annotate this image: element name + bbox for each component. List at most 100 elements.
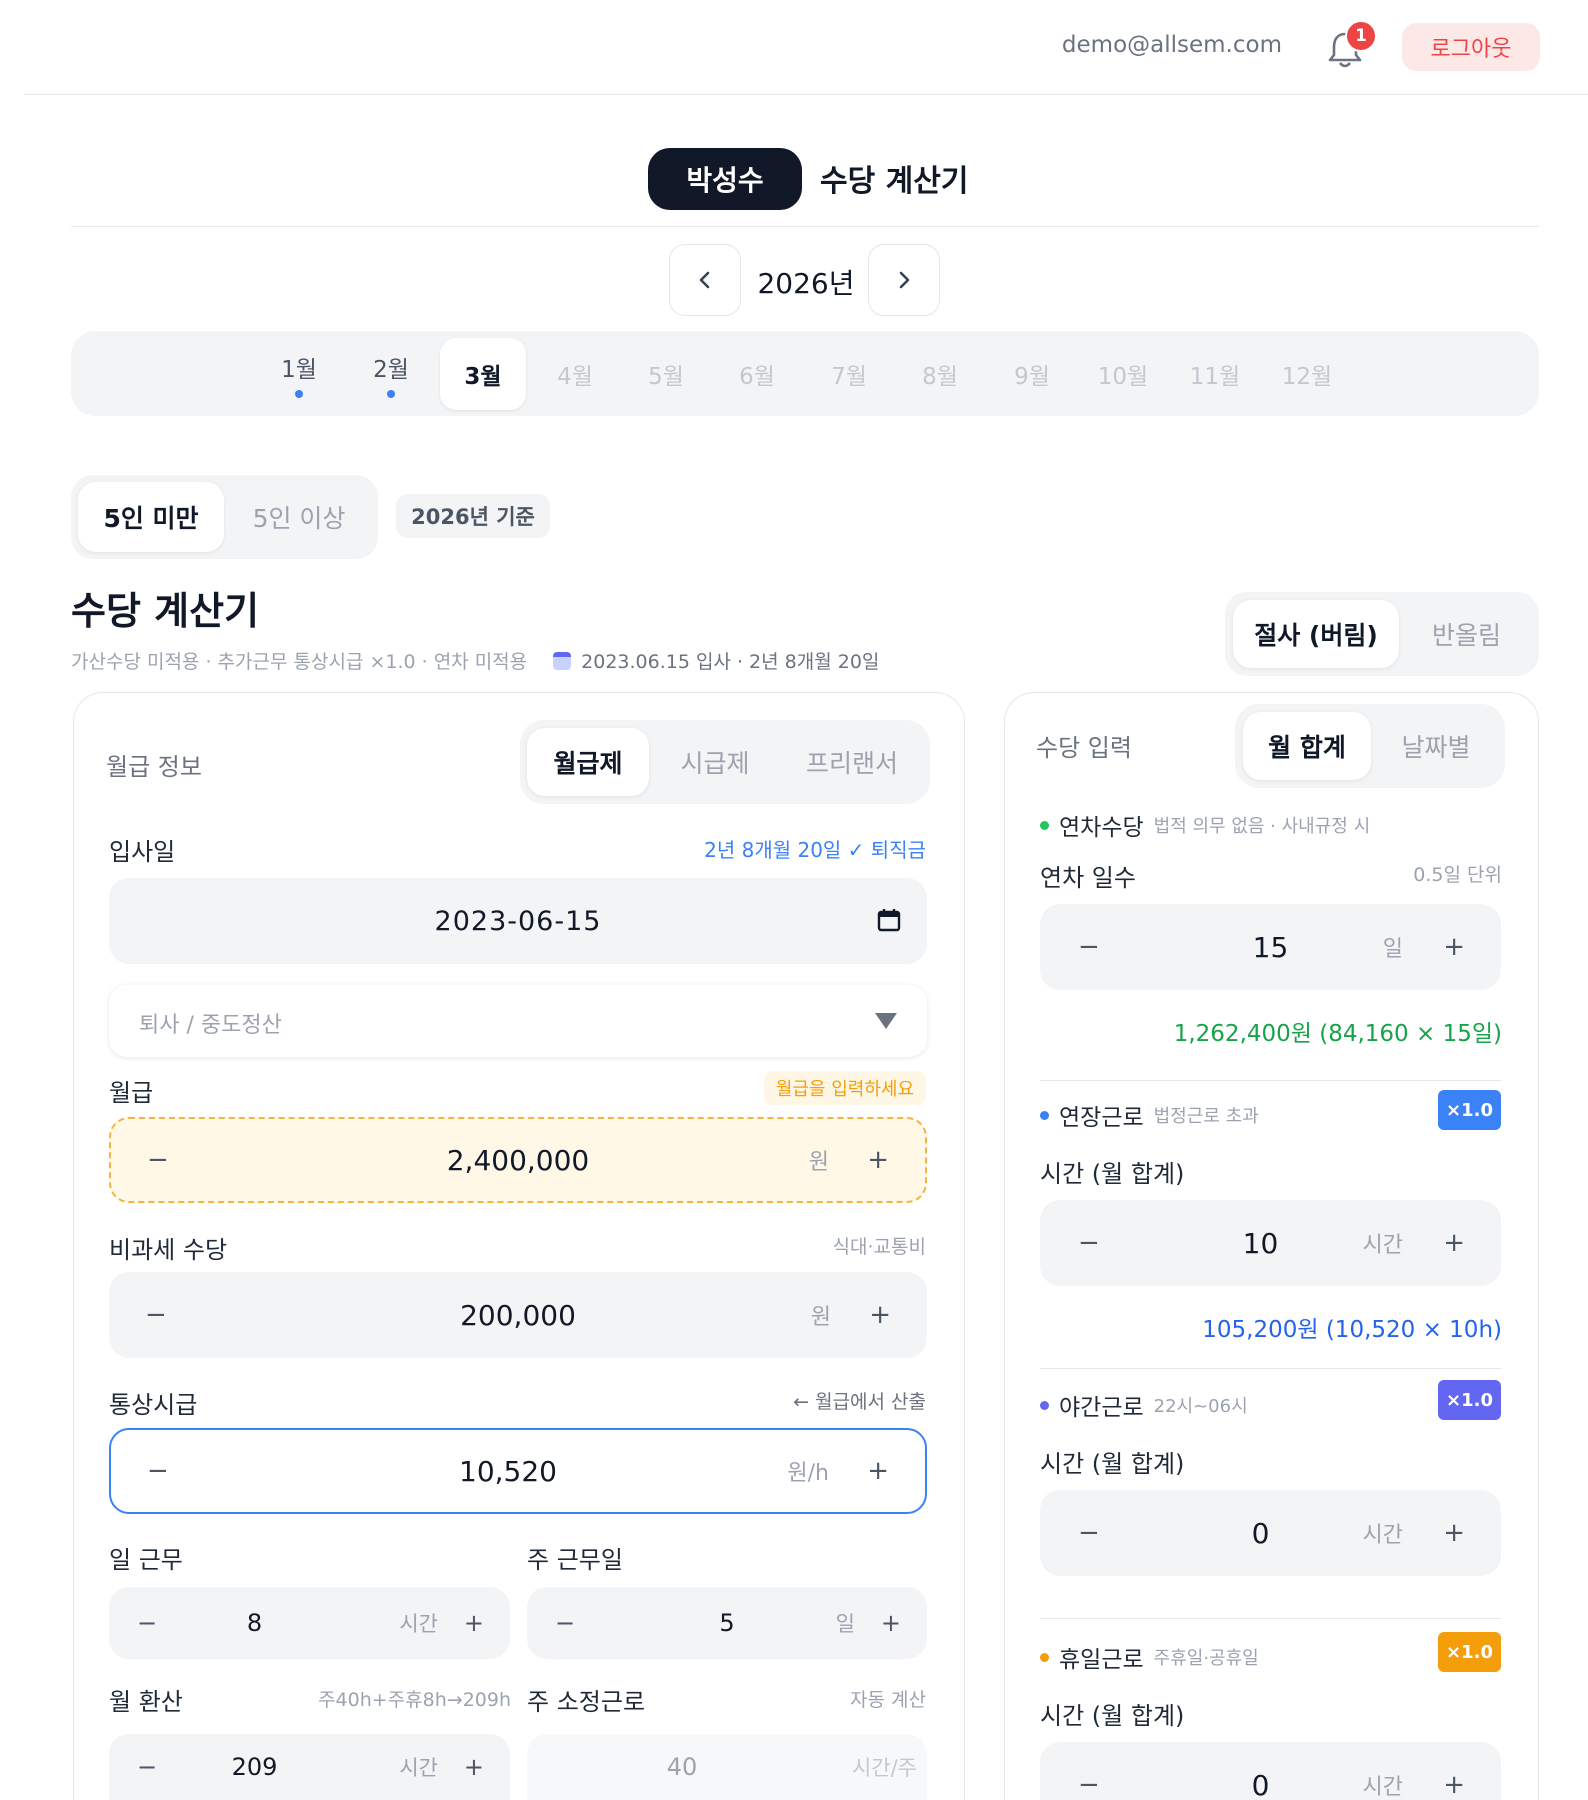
month-label: 7월 <box>831 364 867 390</box>
prev-year-button[interactable] <box>669 244 741 316</box>
weekly-hours-label: 주 소정근로 <box>527 1688 646 1716</box>
allowance-unit: 시간 <box>1362 1233 1403 1258</box>
daily-hours-input[interactable]: − 8 시간 + <box>109 1587 510 1659</box>
weekdays-label: 주 근무일 <box>527 1546 623 1574</box>
month-tab[interactable]: 4월 <box>532 338 618 410</box>
monthly-hours-input[interactable]: − 209 시간 + <box>109 1734 510 1800</box>
month-tab[interactable]: 9월 <box>989 338 1075 410</box>
divider <box>1040 1368 1501 1369</box>
nontax-input[interactable]: − 200,000 원 + <box>109 1272 927 1358</box>
allowance-increment[interactable]: + <box>1443 1742 1465 1800</box>
allowance-value: 0 <box>1251 1516 1270 1550</box>
month-tab[interactable]: 11월 <box>1172 338 1258 410</box>
allowance-bullet <box>1040 1110 1049 1120</box>
nontax-increment[interactable]: + <box>869 1272 891 1358</box>
multiplier-badge: ×1.0 <box>1438 1090 1501 1130</box>
monthly-salary-increment[interactable]: + <box>867 1119 889 1201</box>
allowance-field-label: 시간 (월 합계) <box>1040 1160 1185 1188</box>
allowance-desc: 22시~06시 <box>1153 1396 1248 1417</box>
mode-monthly-total[interactable]: 월 합계 <box>1243 712 1371 780</box>
calendar-icon <box>553 651 572 670</box>
chevron-left-icon <box>699 271 710 289</box>
size-over5-option[interactable]: 5인 이상 <box>226 482 372 552</box>
allowance-title: 휴일근로 주휴일·공휴일 <box>1040 1640 1259 1674</box>
month-tab[interactable]: 12월 <box>1264 338 1350 410</box>
monthly-salary-input[interactable]: − 2,400,000 원 + <box>109 1117 927 1203</box>
allowance-increment[interactable]: + <box>1443 904 1465 990</box>
monthly-hours-hint: 주40h+주휴8h→209h <box>318 1689 511 1711</box>
month-tab[interactable]: 10월 <box>1080 338 1166 410</box>
calendar-picker-icon[interactable] <box>877 908 901 936</box>
allowance-input[interactable]: −15 일 + <box>1040 904 1501 990</box>
pay-type-monthly[interactable]: 월급제 <box>527 728 649 796</box>
rounding-floor-option[interactable]: 절사 (버림) <box>1233 600 1399 668</box>
allowance-desc: 법정근로 초과 <box>1153 1106 1259 1127</box>
monthly-salary-hint: 월급을 입력하세요 <box>763 1071 926 1105</box>
hire-date-hint: 2년 8개월 20일 ✓ 퇴직금 <box>704 838 926 862</box>
size-under5-option[interactable]: 5인 미만 <box>78 482 224 552</box>
allowance-increment[interactable]: + <box>1443 1490 1465 1576</box>
allowance-field-label: 연차 일수 <box>1040 864 1136 892</box>
allowance-bullet <box>1040 1400 1049 1410</box>
month-tab[interactable]: 6월 <box>714 338 800 410</box>
allowance-name: 휴일근로 <box>1059 1647 1144 1673</box>
month-label: 2월 <box>373 357 409 383</box>
monthly-hours-label: 월 환산 <box>109 1688 183 1716</box>
month-label: 5월 <box>648 364 684 390</box>
weekdays-input[interactable]: − 5 일 + <box>527 1587 927 1659</box>
hire-date-label: 입사일 <box>109 838 176 866</box>
mode-by-date[interactable]: 날짜별 <box>1373 712 1499 780</box>
month-tab[interactable]: 1월 <box>256 338 342 410</box>
month-tab[interactable]: 3월 <box>440 338 526 410</box>
multiplier-badge: ×1.0 <box>1438 1632 1501 1672</box>
month-label: 10월 <box>1097 364 1149 390</box>
hire-date-input[interactable]: 2023-06-15 <box>109 878 927 964</box>
allowance-title: 야간근로 22시~06시 <box>1040 1388 1248 1422</box>
nontax-label: 비과세 수당 <box>109 1236 228 1264</box>
allowance-desc: 법적 의무 없음 · 사내규정 시 <box>1153 816 1371 837</box>
hourly-wage-input[interactable]: − 10,520 원/h + <box>109 1428 927 1514</box>
allowance-input[interactable]: −0 시간 + <box>1040 1742 1501 1800</box>
allowance-field-label: 시간 (월 합계) <box>1040 1450 1185 1478</box>
month-label: 8월 <box>922 364 958 390</box>
month-tab[interactable]: 8월 <box>897 338 983 410</box>
allowance-input[interactable]: −0 시간 + <box>1040 1490 1501 1576</box>
chevron-right-icon <box>899 271 910 289</box>
monthly-hours-value: 209 <box>231 1753 278 1781</box>
hourly-wage-hint: ← 월급에서 산출 <box>793 1391 926 1413</box>
monthly-hours-increment[interactable]: + <box>464 1734 484 1800</box>
weekly-hours-value: 40 <box>666 1753 698 1781</box>
weekly-hours-field: 40 시간/주 <box>527 1734 927 1800</box>
allowance-increment[interactable]: + <box>1443 1200 1465 1286</box>
monthly-hours-unit: 시간 <box>399 1756 438 1780</box>
allowance-field-hint: 0.5일 단위 <box>1413 864 1502 886</box>
allowance-value: 0 <box>1251 1768 1270 1800</box>
daily-hours-increment[interactable]: + <box>464 1587 484 1659</box>
next-year-button[interactable] <box>868 244 940 316</box>
nontax-hint: 식대·교통비 <box>832 1236 926 1258</box>
resign-placeholder: 퇴사 / 중도정산 <box>139 1013 282 1038</box>
month-tab[interactable]: 7월 <box>806 338 892 410</box>
monthly-salary-unit: 원 <box>808 1150 829 1175</box>
weekdays-increment[interactable]: + <box>881 1587 901 1659</box>
hourly-wage-increment[interactable]: + <box>867 1430 889 1512</box>
allowance-name: 야간근로 <box>1059 1395 1144 1421</box>
pay-type-hourly[interactable]: 시급제 <box>652 728 778 796</box>
employee-name-pill[interactable]: 박성수 <box>648 148 802 210</box>
month-data-dot <box>295 390 303 398</box>
daily-hours-value: 8 <box>246 1609 263 1637</box>
monthly-salary-label: 월급 <box>109 1079 154 1107</box>
logout-button[interactable]: 로그아웃 <box>1402 23 1540 71</box>
month-tab[interactable]: 2월 <box>348 338 434 410</box>
standard-year-chip: 2026년 기준 <box>396 494 550 538</box>
rounding-round-option[interactable]: 반올림 <box>1401 600 1532 668</box>
calculator-title: 수당 계산기 <box>71 589 260 633</box>
monthly-salary-value: 2,400,000 <box>446 1143 590 1177</box>
allowance-input[interactable]: −10 시간 + <box>1040 1200 1501 1286</box>
month-tab[interactable]: 5월 <box>623 338 709 410</box>
allowance-value: 15 <box>1252 930 1289 964</box>
resign-select[interactable]: 퇴사 / 중도정산 <box>109 985 927 1057</box>
dropdown-arrow-icon <box>875 1013 897 1029</box>
pay-type-freelancer[interactable]: 프리랜서 <box>780 728 924 796</box>
allowance-result: 1,262,400원 (84,160 × 15일) <box>1173 1021 1502 1047</box>
